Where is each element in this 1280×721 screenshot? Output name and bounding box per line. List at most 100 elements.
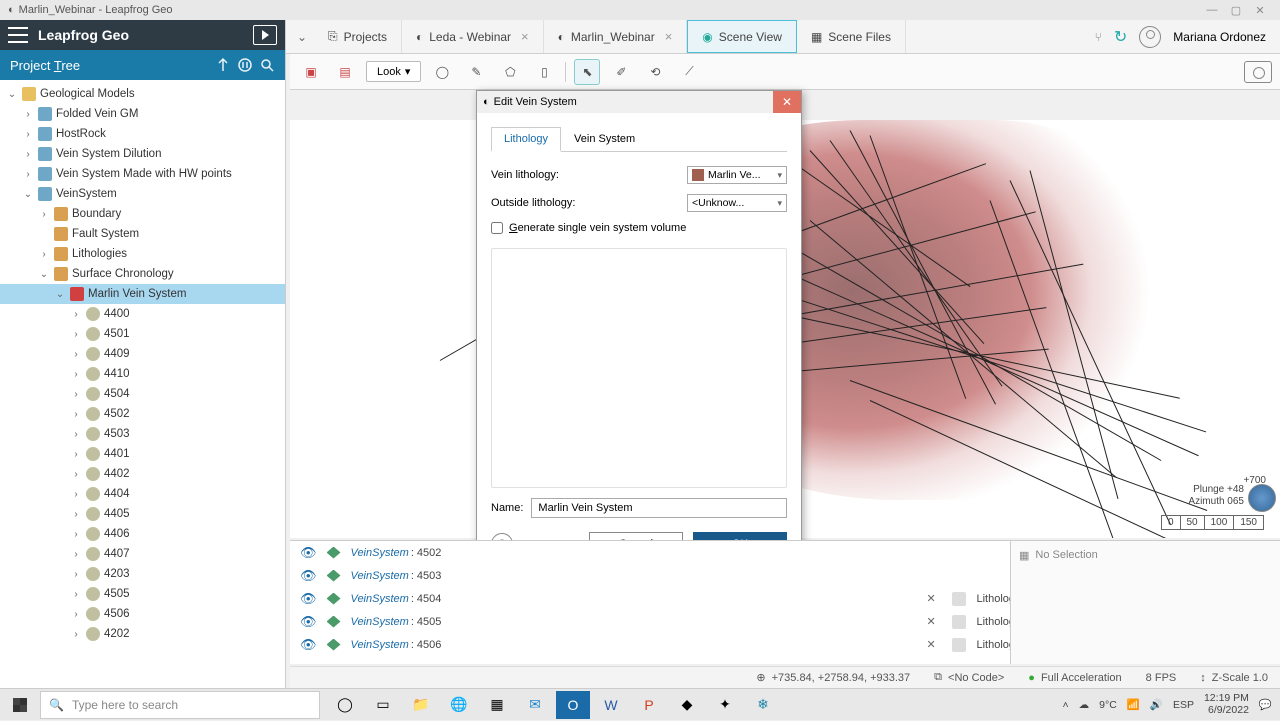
tree-item[interactable]: ›Vein System Dilution — [0, 144, 285, 164]
windows-icon[interactable]: ▤ — [332, 59, 358, 85]
lasso-icon[interactable]: ◯ — [429, 59, 455, 85]
outlook-icon[interactable]: O — [556, 691, 590, 719]
tree-item-number[interactable]: ›4404 — [0, 484, 285, 504]
tree-view[interactable]: ⌄Geological Models ›Folded Vein GM ›Host… — [0, 80, 285, 688]
play-button[interactable] — [253, 25, 277, 45]
weather-temp[interactable]: 9°C — [1099, 699, 1117, 711]
tree-item[interactable]: Fault System — [0, 224, 285, 244]
tree-item[interactable]: ›HostRock — [0, 124, 285, 144]
tree-item[interactable]: ›Vein System Made with HW points — [0, 164, 285, 184]
lang-indicator[interactable]: ESP — [1173, 699, 1194, 711]
plane-icon[interactable]: ▯ — [531, 59, 557, 85]
app-icon[interactable]: ◆ — [670, 691, 704, 719]
remove-icon[interactable]: ✕ — [926, 592, 942, 605]
tree-item-number[interactable]: ›4401 — [0, 444, 285, 464]
word-icon[interactable]: W — [594, 691, 628, 719]
tree-item-veinsystem[interactable]: ⌄VeinSystem — [0, 184, 285, 204]
maximize-button[interactable]: ▢ — [1224, 4, 1248, 17]
look-dropdown[interactable]: Look▾ — [366, 61, 421, 82]
ruler-icon[interactable]: ⟋ — [676, 59, 702, 85]
visibility-icon[interactable]: 👁 — [300, 591, 317, 607]
taskbar-search[interactable]: 🔍 Type here to search — [40, 691, 320, 719]
tray-chevron-icon[interactable]: ˄ — [1063, 699, 1069, 711]
tree-item-number[interactable]: ›4402 — [0, 464, 285, 484]
lithology-tab[interactable]: Lithology — [491, 127, 561, 152]
tabs-dropdown[interactable]: ⌄ — [290, 20, 314, 53]
search-icon: 🔍 — [49, 698, 64, 712]
tree-item[interactable]: ⌄Surface Chronology — [0, 264, 285, 284]
compass-icon[interactable] — [1248, 484, 1276, 512]
dialog-titlebar[interactable]: ◐ Edit Vein System ✕ — [477, 91, 801, 113]
volume-icon[interactable]: 🔊 — [1150, 698, 1163, 711]
visibility-icon[interactable]: 👁 — [300, 614, 317, 630]
visibility-icon[interactable]: 👁 — [300, 568, 317, 584]
name-input[interactable] — [531, 498, 787, 518]
tree-item-number[interactable]: ›4203 — [0, 564, 285, 584]
edit-icon[interactable]: ✐ — [608, 59, 634, 85]
tree-item-number[interactable]: ›4405 — [0, 504, 285, 524]
up-arrow-icon[interactable] — [215, 57, 231, 73]
tree-item-number[interactable]: ›4400 — [0, 304, 285, 324]
tree-item-number[interactable]: ›4407 — [0, 544, 285, 564]
tree-root[interactable]: ⌄Geological Models — [0, 84, 285, 104]
rotate-icon[interactable]: ⟲ — [642, 59, 668, 85]
refresh-icon[interactable]: ↻ — [1114, 27, 1127, 47]
task-view-icon[interactable]: ◯ — [328, 691, 362, 719]
tree-item-number[interactable]: ›4502 — [0, 404, 285, 424]
pause-icon[interactable] — [237, 57, 253, 73]
branch-icon[interactable]: ⑂ — [1095, 30, 1102, 44]
projects-tab[interactable]: ⎘Projects — [314, 20, 402, 53]
tree-item-number[interactable]: ›4406 — [0, 524, 285, 544]
scene-view-tab[interactable]: ◉Scene View — [687, 20, 797, 53]
close-icon[interactable]: × — [665, 29, 673, 44]
vein-system-tab[interactable]: Vein System — [561, 127, 648, 151]
app-icon[interactable]: ✦ — [708, 691, 742, 719]
search-icon[interactable] — [259, 57, 275, 73]
clock[interactable]: 12:19 PM 6/9/2022 — [1204, 693, 1249, 716]
visibility-icon[interactable]: 👁 — [300, 545, 317, 561]
cortana-icon[interactable]: ▭ — [366, 691, 400, 719]
remove-icon[interactable]: ✕ — [926, 638, 942, 651]
scene-files-tab[interactable]: ▦Scene Files — [797, 20, 906, 53]
generate-single-volume-checkbox[interactable] — [491, 222, 503, 234]
camera-icon[interactable] — [1244, 61, 1272, 83]
tree-item-number[interactable]: ›4504 — [0, 384, 285, 404]
hamburger-icon[interactable] — [8, 27, 28, 43]
tree-item-number[interactable]: ›4409 — [0, 344, 285, 364]
remove-icon[interactable]: ✕ — [926, 615, 942, 628]
marlin-tab[interactable]: ◐Marlin_Webinar× — [544, 20, 688, 53]
tree-item-number[interactable]: ›4503 — [0, 424, 285, 444]
minimize-button[interactable]: — — [1200, 4, 1224, 16]
edge-icon[interactable]: 🌐 — [442, 691, 476, 719]
store-icon[interactable]: ▦ — [480, 691, 514, 719]
visibility-icon[interactable]: 👁 — [300, 637, 317, 653]
pen-icon[interactable]: ✎ — [463, 59, 489, 85]
polygon-icon[interactable]: ⬠ — [497, 59, 523, 85]
outside-lithology-combo[interactable]: <Unknow...▾ — [687, 194, 787, 212]
tree-item-marlin-selected[interactable]: ⌄Marlin Vein System — [0, 284, 285, 304]
cursor-icon[interactable]: ⬉ — [574, 59, 600, 85]
tree-item-number[interactable]: ›4202 — [0, 624, 285, 644]
powerpoint-icon[interactable]: P — [632, 691, 666, 719]
leda-tab[interactable]: ◐Leda - Webinar× — [402, 20, 544, 53]
notifications-icon[interactable]: 💬 — [1259, 698, 1272, 711]
close-button[interactable]: ✕ — [1248, 4, 1272, 17]
user-avatar-icon[interactable] — [1139, 26, 1161, 48]
network-icon[interactable]: 📶 — [1127, 698, 1140, 711]
tree-item[interactable]: ›Lithologies — [0, 244, 285, 264]
app-icon[interactable]: ❄ — [746, 691, 780, 719]
tree-item[interactable]: ›Boundary — [0, 204, 285, 224]
vein-lithology-combo[interactable]: Marlin Ve...▾ — [687, 166, 787, 184]
start-button[interactable] — [0, 689, 40, 721]
tree-item-number[interactable]: ›4410 — [0, 364, 285, 384]
tree-item-number[interactable]: ›4506 — [0, 604, 285, 624]
mail-icon[interactable]: ✉ — [518, 691, 552, 719]
object-icon — [327, 639, 341, 651]
tree-item-number[interactable]: ›4505 — [0, 584, 285, 604]
close-icon[interactable]: × — [521, 29, 529, 44]
explorer-icon[interactable]: 📁 — [404, 691, 438, 719]
window-icon[interactable]: ▣ — [298, 59, 324, 85]
tree-item[interactable]: ›Folded Vein GM — [0, 104, 285, 124]
dialog-close-button[interactable]: ✕ — [773, 91, 801, 113]
tree-item-number[interactable]: ›4501 — [0, 324, 285, 344]
